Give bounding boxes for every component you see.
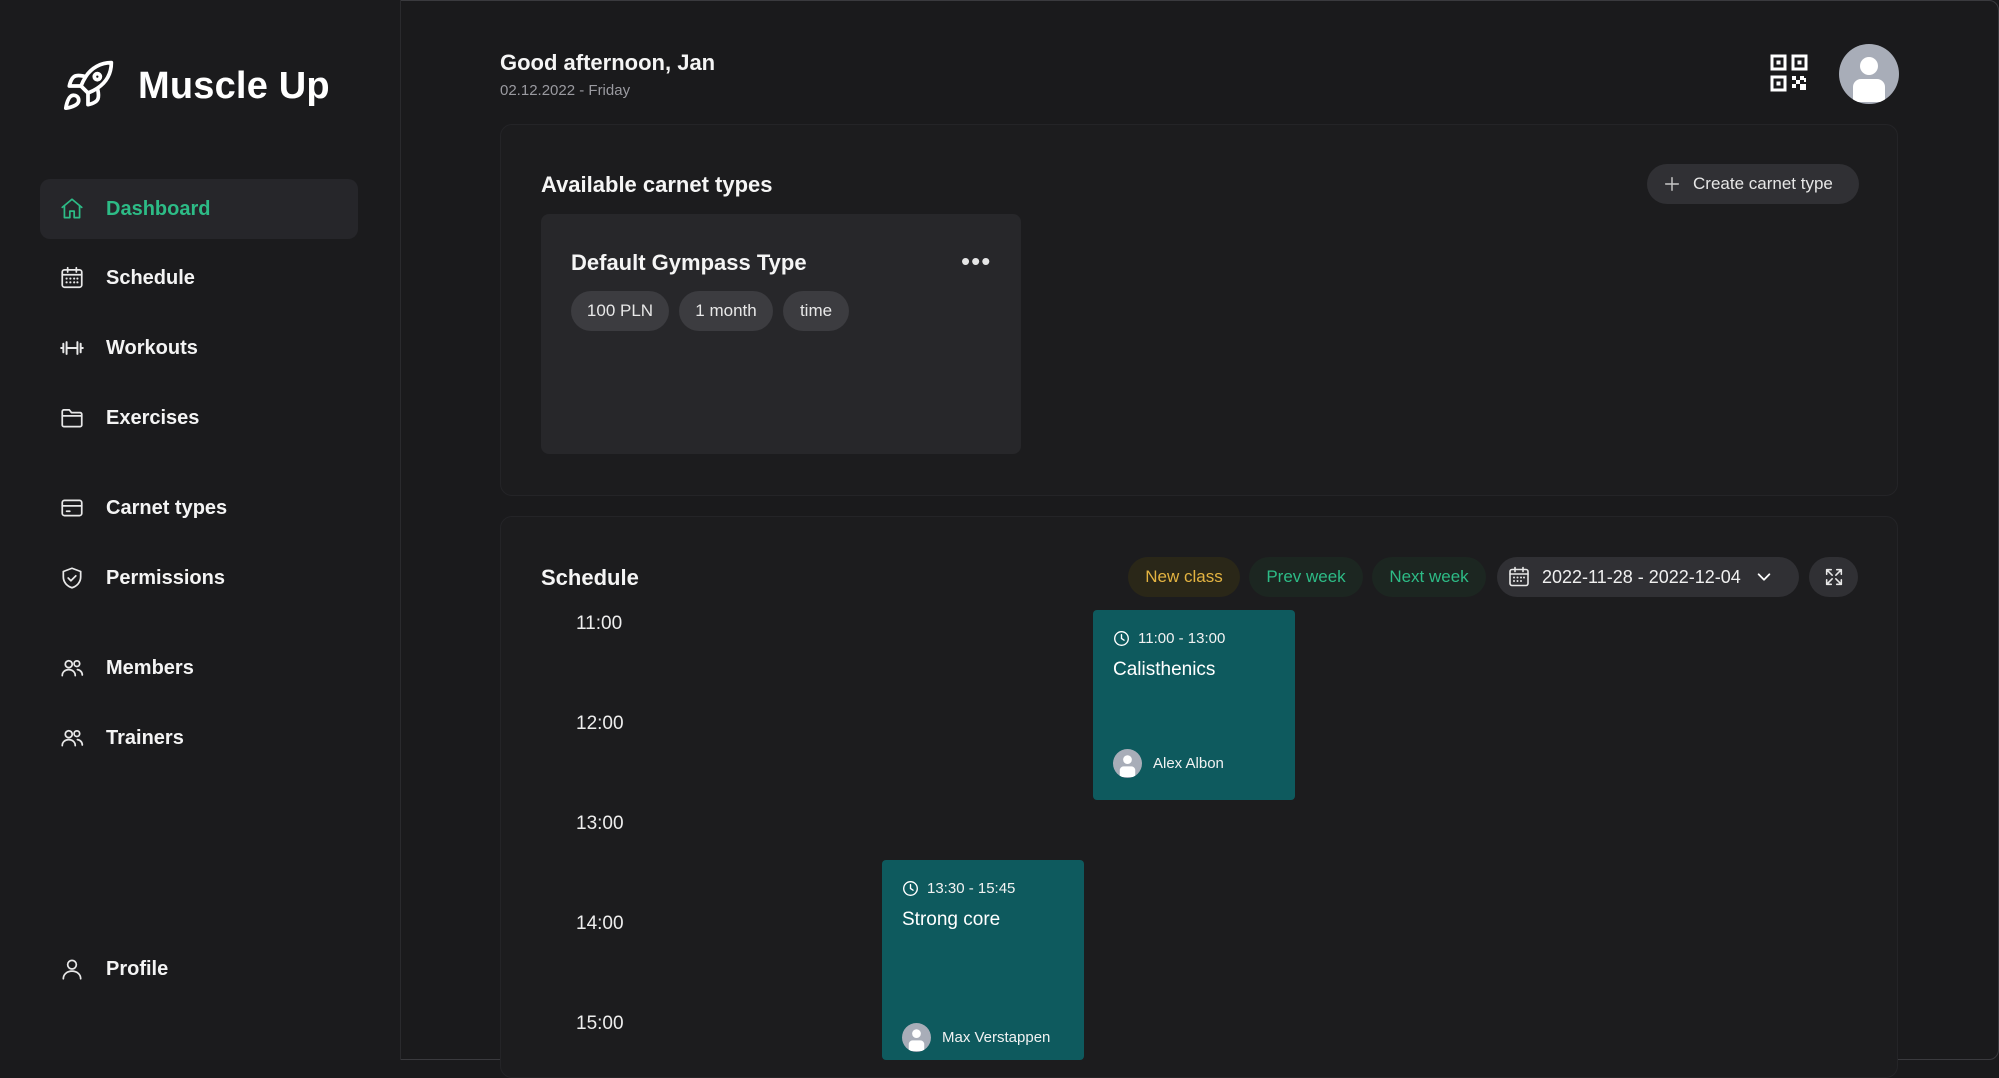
- calendar-icon: [58, 264, 86, 292]
- folder-icon: [58, 404, 86, 432]
- credit-card-icon: [58, 494, 86, 522]
- user-icon: [58, 955, 86, 983]
- schedule-title: Schedule: [541, 565, 639, 590]
- event-name: Strong core: [902, 909, 1001, 930]
- date-range-label: 2022-11-28 - 2022-12-04: [1542, 566, 1741, 587]
- time-label: 12:00: [576, 713, 624, 734]
- users-icon: [58, 654, 86, 682]
- carnet-kind-tag: time: [783, 291, 849, 331]
- sidebar-item-label: Workouts: [106, 336, 198, 359]
- sidebar: Muscle Up Dashboard Schedule Workouts Ex…: [0, 0, 401, 1060]
- sidebar-item-label: Schedule: [106, 266, 195, 289]
- expand-icon: [1825, 568, 1842, 586]
- carnet-card-title: Default Gympass Type: [571, 250, 807, 275]
- prev-week-button[interactable]: Prev week: [1249, 557, 1363, 597]
- trainer-avatar: [902, 1023, 931, 1052]
- create-carnet-type-button[interactable]: Create carnet type: [1647, 164, 1859, 204]
- current-date: 02.12.2022 - Friday: [500, 82, 631, 99]
- more-options-icon[interactable]: •••: [961, 246, 991, 277]
- shield-icon: [58, 564, 86, 592]
- clock-icon: [1114, 631, 1129, 646]
- sidebar-item-label: Exercises: [106, 406, 200, 429]
- brand[interactable]: Muscle Up: [60, 58, 330, 114]
- users-icon: [58, 724, 86, 752]
- user-avatar-icon: [1853, 57, 1885, 102]
- carnet-price-tag: 100 PLN: [571, 291, 669, 331]
- home-icon: [58, 195, 86, 223]
- qr-code-icon[interactable]: [1770, 54, 1808, 92]
- time-label: 13:00: [576, 813, 624, 834]
- user-avatar[interactable]: [1839, 44, 1899, 104]
- sidebar-item-carnet-types[interactable]: Carnet types: [40, 478, 358, 538]
- trainer-avatar: [1113, 749, 1142, 778]
- carnet-card[interactable]: Default Gympass Type ••• 100 PLN 1 month…: [541, 214, 1021, 454]
- event-trainer: Max Verstappen: [902, 1023, 1050, 1052]
- chevron-down-icon: [1757, 573, 1771, 581]
- schedule-event-calisthenics[interactable]: 11:00 - 13:00 Calisthenics Alex Albon: [1093, 610, 1295, 800]
- time-label: 14:00: [576, 913, 624, 934]
- clock-icon: [903, 881, 918, 896]
- new-class-button[interactable]: New class: [1128, 557, 1240, 597]
- sidebar-item-profile[interactable]: Profile: [40, 939, 358, 999]
- sidebar-item-label: Dashboard: [106, 197, 211, 220]
- sidebar-item-dashboard[interactable]: Dashboard: [40, 179, 358, 239]
- schedule-event-strong-core[interactable]: 13:30 - 15:45 Strong core Max Verstappen: [882, 860, 1084, 1060]
- sidebar-item-label: Trainers: [106, 726, 184, 749]
- sidebar-item-label: Permissions: [106, 566, 225, 589]
- carnet-types-title: Available carnet types: [541, 172, 773, 197]
- sidebar-item-label: Profile: [106, 957, 169, 980]
- sidebar-item-exercises[interactable]: Exercises: [40, 388, 358, 448]
- dumbbell-icon: [58, 334, 86, 362]
- date-range-picker[interactable]: 2022-11-28 - 2022-12-04: [1497, 557, 1799, 597]
- event-trainer: Alex Albon: [1113, 749, 1224, 778]
- event-time: 13:30 - 15:45: [902, 880, 1015, 897]
- trainer-name: Max Verstappen: [942, 1029, 1051, 1046]
- calendar-icon: [1509, 566, 1529, 587]
- plus-icon: [1664, 176, 1680, 192]
- expand-button[interactable]: [1809, 557, 1858, 597]
- app-name: Muscle Up: [138, 64, 330, 107]
- sidebar-item-workouts[interactable]: Workouts: [40, 318, 358, 378]
- sidebar-item-permissions[interactable]: Permissions: [40, 548, 358, 608]
- sidebar-item-schedule[interactable]: Schedule: [40, 248, 358, 308]
- rocket-icon: [63, 60, 114, 111]
- sidebar-item-label: Carnet types: [106, 496, 228, 519]
- time-label: 15:00: [576, 1013, 624, 1034]
- sidebar-item-label: Members: [106, 656, 194, 679]
- carnet-duration-tag: 1 month: [679, 291, 773, 331]
- event-time: 11:00 - 13:00: [1113, 630, 1225, 647]
- next-week-button[interactable]: Next week: [1372, 557, 1486, 597]
- create-carnet-type-label: Create carnet type: [1693, 174, 1833, 193]
- event-time-label: 13:30 - 15:45: [927, 880, 1016, 897]
- time-label: 11:00: [576, 613, 623, 634]
- sidebar-item-members[interactable]: Members: [40, 638, 358, 698]
- event-name: Calisthenics: [1113, 659, 1216, 680]
- greeting: Good afternoon, Jan: [500, 50, 716, 75]
- trainer-name: Alex Albon: [1153, 755, 1224, 772]
- event-time-label: 11:00 - 13:00: [1138, 630, 1226, 647]
- sidebar-item-trainers[interactable]: Trainers: [40, 708, 358, 768]
